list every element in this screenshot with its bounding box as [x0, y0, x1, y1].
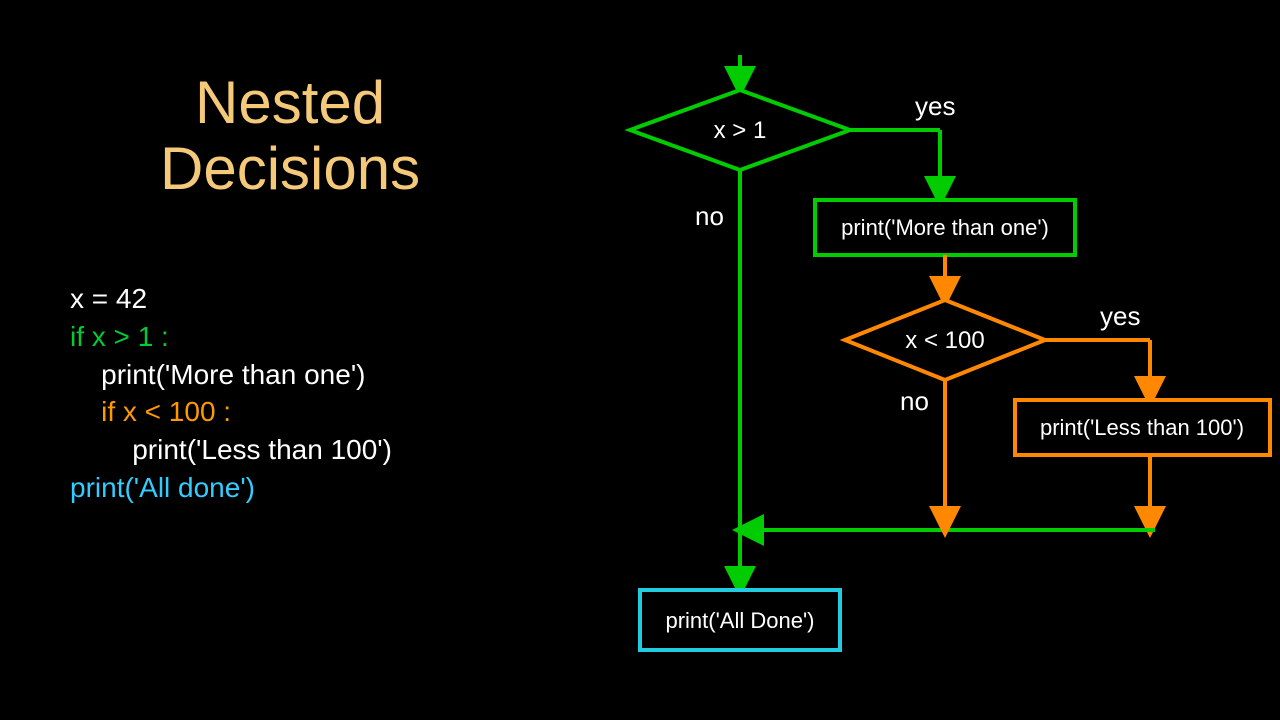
branch-label-yes: yes: [1100, 301, 1140, 331]
decision-label: x > 1: [714, 117, 767, 144]
flowchart: x > 1 yes no print('More than one') x < …: [0, 0, 1280, 720]
branch-label-yes: yes: [915, 91, 955, 121]
branch-label-no: no: [695, 201, 724, 231]
decision-label: x < 100: [905, 327, 984, 354]
action-label: print('All Done'): [665, 608, 814, 633]
action-label: print('More than one'): [841, 215, 1049, 240]
action-label: print('Less than 100'): [1040, 415, 1244, 440]
branch-label-no: no: [900, 386, 929, 416]
